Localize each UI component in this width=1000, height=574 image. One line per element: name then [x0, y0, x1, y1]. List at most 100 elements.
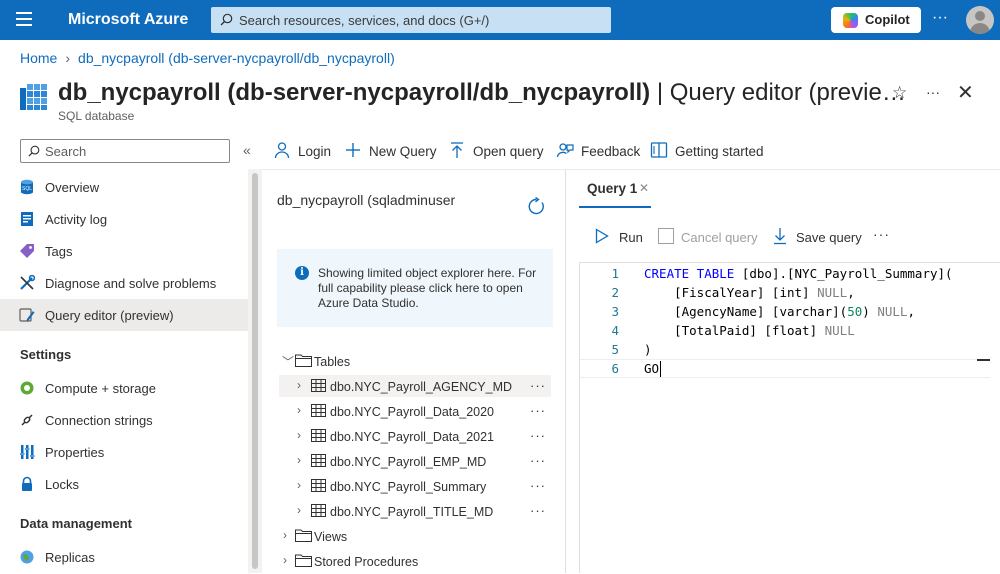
sidebar-item-connection-strings[interactable]: Connection strings — [0, 404, 248, 436]
chevron-right-icon: › — [283, 553, 287, 567]
tree-table-row[interactable]: › dbo.NYC_Payroll_AGENCY_MD ··· — [279, 375, 551, 397]
lock-icon — [22, 476, 32, 491]
login-button[interactable]: Login — [273, 140, 333, 162]
code-line: 1 CREATE TABLE [dbo].[NYC_Payroll_Summar… — [580, 264, 990, 283]
code-line: 2 [FiscalYear] [int] NULL, — [580, 283, 990, 302]
properties-icon — [20, 445, 35, 459]
sidebar-item-locks[interactable]: Locks — [0, 468, 248, 500]
copilot-icon — [843, 13, 858, 28]
global-search[interactable] — [211, 7, 611, 33]
row-more-icon[interactable]: ··· — [530, 453, 546, 468]
tree-label: dbo.NYC_Payroll_Data_2021 — [330, 430, 494, 444]
explorer-info-banner[interactable]: i Showing limited object explorer here. … — [277, 249, 553, 327]
sidebar-search-input[interactable] — [45, 142, 225, 160]
close-icon[interactable]: ✕ — [957, 80, 974, 105]
getting-started-button[interactable]: Getting started — [650, 140, 765, 162]
favorite-star-icon[interactable]: ☆ — [892, 83, 907, 103]
page-title: db_nycpayroll (db-server-nycpayroll/db_n… — [58, 79, 906, 107]
row-more-icon[interactable]: ··· — [530, 503, 546, 518]
sidebar-item-query-editor[interactable]: Query editor (preview) — [0, 299, 248, 331]
save-query-button[interactable]: Save query — [773, 226, 863, 248]
code-editor[interactable]: 1 CREATE TABLE [dbo].[NYC_Payroll_Summar… — [579, 262, 1000, 573]
tree-folder-views[interactable]: › Views — [279, 525, 551, 547]
pane-splitter[interactable] — [565, 170, 566, 573]
avatar[interactable] — [966, 6, 994, 34]
scrollbar-thumb[interactable] — [252, 173, 258, 569]
line-number: 3 — [611, 304, 619, 319]
code-text: , — [847, 285, 855, 300]
tree-table-row[interactable]: › dbo.NYC_Payroll_Data_2020 ··· — [279, 400, 551, 422]
query-more-icon[interactable]: ··· — [873, 226, 890, 242]
refresh-icon[interactable] — [527, 197, 546, 216]
row-more-icon[interactable]: ··· — [530, 403, 546, 418]
tree-folder-stored-procedures[interactable]: › Stored Procedures — [279, 550, 551, 572]
chevron-right-icon: › — [297, 478, 301, 492]
breadcrumb-database[interactable]: db_nycpayroll (db-server-nycpayroll/db_n… — [78, 50, 395, 66]
stop-icon — [658, 228, 674, 244]
login-label: Login — [298, 144, 332, 159]
brand-name[interactable]: Microsoft Azure — [68, 11, 188, 29]
open-query-button[interactable]: Open query — [448, 140, 544, 162]
sidebar-item-activity-log[interactable]: Activity log — [0, 203, 248, 235]
sidebar-item-replicas[interactable]: Replicas — [0, 541, 248, 573]
sidebar-item-label: Tags — [45, 244, 73, 259]
query-editor-icon — [19, 308, 35, 322]
tree-table-row[interactable]: › dbo.NYC_Payroll_EMP_MD ··· — [279, 450, 551, 472]
explorer-connection-title: db_nycpayroll (sqladminuser — [277, 192, 456, 208]
cancel-query-button[interactable]: Cancel query — [658, 226, 760, 248]
code-null: NULL — [877, 304, 908, 319]
line-number: 5 — [611, 342, 619, 357]
code-line: 4 [TotalPaid] [float] NULL — [580, 321, 990, 340]
copilot-button[interactable]: Copilot — [831, 7, 921, 33]
page-title-separator: | — [650, 79, 670, 106]
sidebar-scrollbar[interactable] — [248, 169, 262, 573]
line-number: 2 — [611, 285, 619, 300]
sidebar-search[interactable] — [20, 139, 230, 163]
code-null: NULL — [824, 323, 855, 338]
code-text: [FiscalYear] [int] — [644, 285, 818, 300]
feedback-button[interactable]: Feedback — [556, 140, 640, 162]
header-more-icon[interactable]: ··· — [926, 84, 940, 100]
code-text: ) — [862, 304, 878, 319]
sidebar-group-settings: Settings — [20, 347, 72, 362]
tree-table-row[interactable]: › dbo.NYC_Payroll_Summary ··· — [279, 475, 551, 497]
code-text: , — [907, 304, 915, 319]
editor-scrollbar[interactable] — [990, 263, 1000, 574]
toolbar-divider — [262, 169, 1000, 170]
open-query-label: Open query — [473, 144, 544, 159]
breadcrumb-home[interactable]: Home — [20, 50, 57, 66]
search-icon — [220, 13, 233, 26]
collapse-sidebar-icon[interactable]: « — [243, 142, 251, 158]
table-icon — [311, 429, 326, 442]
table-icon — [311, 454, 326, 467]
activity-log-icon — [21, 212, 33, 226]
compute-icon — [20, 381, 34, 395]
sidebar-item-properties[interactable]: Properties — [0, 436, 248, 468]
wrench-icon — [20, 275, 35, 290]
row-more-icon[interactable]: ··· — [530, 378, 546, 393]
row-more-icon[interactable]: ··· — [530, 478, 546, 493]
topbar-more-icon[interactable]: ··· — [932, 9, 948, 27]
upload-icon — [451, 142, 463, 158]
sidebar-item-diagnose[interactable]: Diagnose and solve problems — [0, 267, 248, 299]
tab-query-1[interactable]: Query 1 ✕ — [579, 178, 651, 208]
feedback-icon — [556, 143, 574, 158]
chevron-right-icon: › — [297, 378, 301, 392]
sidebar-item-compute[interactable]: Compute + storage — [0, 372, 248, 404]
tree-table-row[interactable]: › dbo.NYC_Payroll_Data_2021 ··· — [279, 425, 551, 447]
run-button[interactable]: Run — [595, 226, 645, 248]
sidebar-item-label: Connection strings — [45, 413, 153, 428]
close-tab-icon[interactable]: ✕ — [639, 181, 649, 195]
sidebar-item-overview[interactable]: SQL Overview — [0, 171, 248, 203]
code-line: 5 ) — [580, 340, 990, 359]
line-number: 1 — [611, 266, 619, 281]
global-search-input[interactable] — [239, 10, 599, 30]
code-text: [FiscalYear] [int] NULL, — [644, 285, 855, 300]
code-line: 6 GO — [580, 359, 990, 378]
sidebar-item-tags[interactable]: Tags — [0, 235, 248, 267]
tree-table-row[interactable]: › dbo.NYC_Payroll_TITLE_MD ··· — [279, 500, 551, 522]
tree-folder-tables[interactable]: ﹀ Tables — [279, 350, 551, 372]
hamburger-menu-icon[interactable] — [16, 12, 32, 26]
row-more-icon[interactable]: ··· — [530, 428, 546, 443]
new-query-button[interactable]: New Query — [344, 140, 437, 162]
